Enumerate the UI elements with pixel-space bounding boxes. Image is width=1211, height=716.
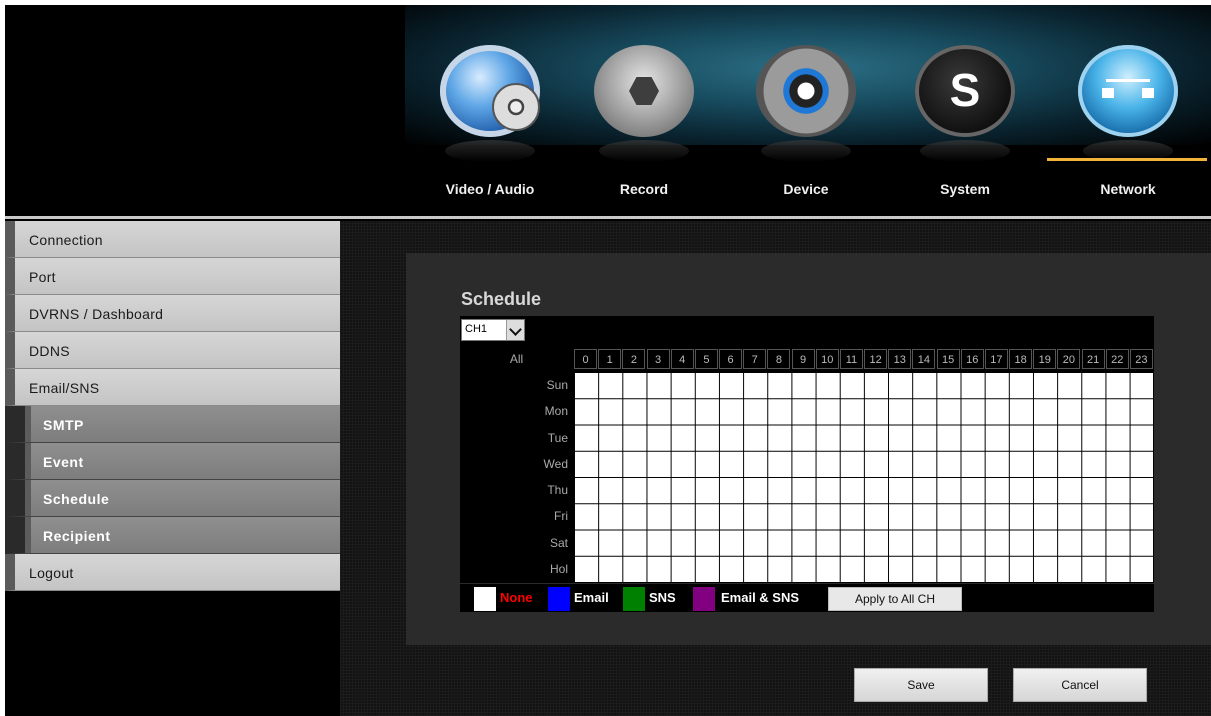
sidebar-item-dvrns-dashboard[interactable]: DVRNS / Dashboard bbox=[5, 295, 340, 332]
swatch-email[interactable] bbox=[548, 587, 570, 611]
swatch-none[interactable] bbox=[474, 587, 496, 611]
nav-video-audio[interactable]: Video / Audio bbox=[425, 45, 555, 205]
network-icon bbox=[1078, 45, 1178, 137]
hour-header[interactable]: 4 bbox=[670, 349, 694, 369]
video-audio-icon bbox=[440, 45, 540, 137]
day-label[interactable]: Sun bbox=[461, 373, 572, 398]
apply-to-all-ch-button[interactable]: Apply to All CH bbox=[828, 587, 962, 611]
sidebar-subitem-event[interactable]: Event bbox=[5, 443, 340, 480]
chevron-down-icon[interactable] bbox=[506, 320, 524, 340]
sidebar-item-connection[interactable]: Connection bbox=[5, 221, 340, 258]
hour-header[interactable]: 10 bbox=[815, 349, 839, 369]
nav-device[interactable]: Device bbox=[741, 45, 871, 205]
nav-system-label: System bbox=[940, 181, 990, 197]
nav-system[interactable]: S System bbox=[900, 45, 1030, 205]
day-label[interactable]: Wed bbox=[461, 452, 572, 477]
sidebar-item-label: Port bbox=[29, 269, 56, 285]
app-frame: Video / Audio Record Device S System Net… bbox=[5, 5, 1211, 716]
hour-header[interactable]: 9 bbox=[791, 349, 815, 369]
nav-record[interactable]: Record bbox=[579, 45, 709, 205]
schedule-grid: All 0 1 2 3 4 5 6 7 8 9 10 11 12 13 14 15 16 17 18 19 20 21 22… bbox=[460, 346, 1154, 583]
select-all-cell[interactable]: All bbox=[461, 348, 572, 370]
schedule-cells[interactable] bbox=[574, 373, 1154, 583]
sidebar-subitem-label: Schedule bbox=[43, 491, 110, 507]
hour-header[interactable]: 12 bbox=[864, 349, 888, 369]
system-icon: S bbox=[915, 45, 1015, 137]
channel-bar: CH1 bbox=[460, 316, 1154, 346]
sidebar-item-email-sns[interactable]: Email/SNS bbox=[5, 369, 340, 406]
hour-header[interactable]: 21 bbox=[1081, 349, 1105, 369]
hour-header[interactable]: 18 bbox=[1009, 349, 1033, 369]
day-label[interactable]: Mon bbox=[461, 399, 572, 424]
nav-record-label: Record bbox=[619, 181, 669, 197]
sidebar-subitem-recipient[interactable]: Recipient bbox=[5, 517, 340, 554]
record-icon bbox=[594, 45, 694, 137]
legend-none-label: None bbox=[500, 590, 533, 605]
sidebar-item-logout[interactable]: Logout bbox=[5, 554, 340, 591]
legend-sns-label: SNS bbox=[649, 590, 676, 605]
sidebar-subitem-label: SMTP bbox=[43, 417, 84, 433]
hour-header[interactable]: 11 bbox=[839, 349, 863, 369]
hour-header[interactable]: 20 bbox=[1057, 349, 1081, 369]
main-content: Schedule CH1 All 0 1 2 3 4 5 6 7 8 9 10 11 12 13 14 15 1… bbox=[340, 221, 1211, 716]
sidebar-item-label: Email/SNS bbox=[29, 380, 100, 396]
nav-network-label: Network bbox=[1100, 181, 1156, 197]
hour-header[interactable]: 15 bbox=[936, 349, 960, 369]
legend-email-sns-label: Email & SNS bbox=[721, 590, 800, 605]
hour-header[interactable]: 3 bbox=[646, 349, 670, 369]
swatch-sns[interactable] bbox=[623, 587, 645, 611]
hour-header[interactable]: 14 bbox=[912, 349, 936, 369]
top-nav: Video / Audio Record Device S System Net… bbox=[5, 5, 1211, 216]
channel-select-value: CH1 bbox=[465, 323, 488, 335]
schedule-panel: Schedule CH1 All 0 1 2 3 4 5 6 7 8 9 10 11 12 13 14 15 1… bbox=[406, 253, 1211, 645]
nav-video-audio-label: Video / Audio bbox=[445, 181, 535, 197]
sidebar-item-label: Connection bbox=[29, 232, 103, 248]
sidebar: Connection Port DVRNS / Dashboard DDNS E… bbox=[5, 221, 340, 591]
sidebar-subitem-smtp[interactable]: SMTP bbox=[5, 406, 340, 443]
day-label[interactable]: Hol bbox=[461, 557, 572, 582]
header-divider bbox=[5, 216, 1211, 219]
sidebar-item-ddns[interactable]: DDNS bbox=[5, 332, 340, 369]
hour-header[interactable]: 1 bbox=[598, 349, 622, 369]
sidebar-subitem-label: Recipient bbox=[43, 528, 111, 544]
hour-header[interactable]: 22 bbox=[1105, 349, 1129, 369]
nav-network[interactable]: Network bbox=[1063, 45, 1193, 205]
sidebar-subitem-schedule[interactable]: Schedule bbox=[5, 480, 340, 517]
sidebar-subitem-label: Event bbox=[43, 454, 84, 470]
hour-header[interactable]: 19 bbox=[1033, 349, 1057, 369]
cancel-button[interactable]: Cancel bbox=[1013, 668, 1147, 702]
swatch-email-sns[interactable] bbox=[693, 587, 715, 611]
day-label[interactable]: Sat bbox=[461, 531, 572, 556]
channel-select[interactable]: CH1 bbox=[461, 319, 525, 341]
hour-header[interactable]: 23 bbox=[1129, 349, 1153, 369]
hour-header[interactable]: 7 bbox=[743, 349, 767, 369]
legend-bar: None Email SNS Email & SNS Apply to All … bbox=[460, 584, 1154, 612]
device-icon bbox=[756, 45, 856, 137]
save-button[interactable]: Save bbox=[854, 668, 988, 702]
day-label[interactable]: Tue bbox=[461, 426, 572, 451]
sidebar-item-port[interactable]: Port bbox=[5, 258, 340, 295]
hour-header[interactable]: 16 bbox=[960, 349, 984, 369]
hour-header[interactable]: 17 bbox=[984, 349, 1008, 369]
hour-header[interactable]: 8 bbox=[767, 349, 791, 369]
day-label[interactable]: Fri bbox=[461, 504, 572, 529]
hour-header[interactable]: 0 bbox=[574, 349, 598, 369]
nav-device-label: Device bbox=[783, 181, 829, 197]
nav-active-indicator bbox=[1047, 158, 1207, 161]
sidebar-item-label: DDNS bbox=[29, 343, 70, 359]
sidebar-item-label: DVRNS / Dashboard bbox=[29, 306, 164, 322]
day-label[interactable]: Thu bbox=[461, 478, 572, 503]
sidebar-item-label: Logout bbox=[29, 565, 74, 581]
hour-header[interactable]: 5 bbox=[694, 349, 718, 369]
hour-header[interactable]: 6 bbox=[719, 349, 743, 369]
hour-header[interactable]: 2 bbox=[622, 349, 646, 369]
legend-email-label: Email bbox=[574, 590, 609, 605]
hour-header[interactable]: 13 bbox=[888, 349, 912, 369]
page-title: Schedule bbox=[461, 289, 542, 309]
